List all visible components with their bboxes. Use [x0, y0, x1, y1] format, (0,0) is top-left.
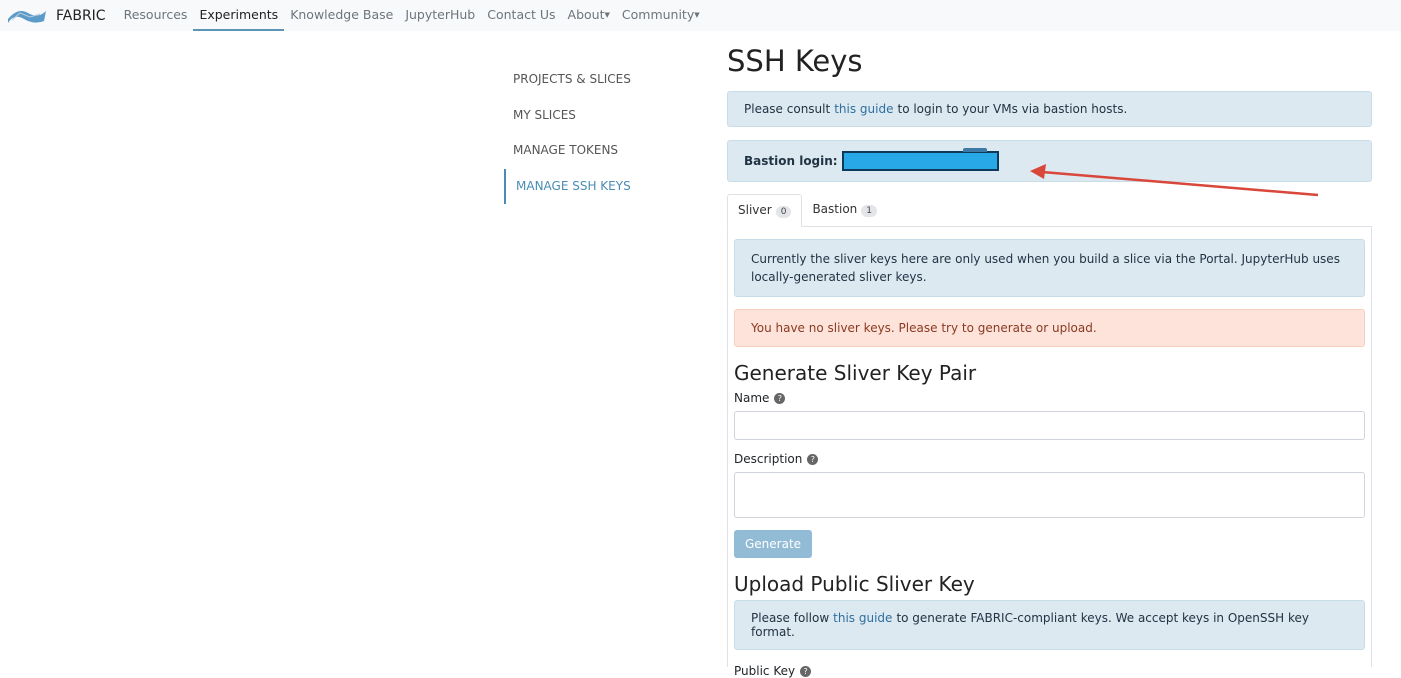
main-content: SSH Keys Please consult this guide to logi…: [727, 44, 1372, 678]
nav-about-label: About: [567, 7, 605, 22]
sliver-info-alert: Currently the sliver keys here are only …: [734, 239, 1365, 297]
nav-knowledge-base[interactable]: Knowledge Base: [284, 0, 399, 31]
nav-resources[interactable]: Resources: [118, 0, 194, 31]
page-title: SSH Keys: [727, 44, 863, 78]
help-icon[interactable]: ?: [800, 666, 812, 677]
nav-community[interactable]: Community▼: [616, 0, 706, 31]
redacted-bastion-login: [841, 148, 999, 171]
guide-text: Please consult: [744, 102, 831, 116]
top-navbar: FABRIC Resources Experiments Knowledge B…: [0, 0, 1401, 31]
sidebar-item-projects-slices[interactable]: PROJECTS & SLICES: [504, 62, 631, 98]
sidebar-item-my-slices[interactable]: MY SLICES: [504, 98, 631, 134]
name-input[interactable]: [734, 411, 1365, 440]
sliver-tab-pane: Currently the sliver keys here are only …: [727, 227, 1372, 678]
description-label: Description?: [734, 452, 1365, 466]
annotation-arrow-icon: [1030, 164, 1319, 197]
upload-guide-link[interactable]: this guide: [833, 611, 892, 625]
tab-label: Bastion: [812, 202, 858, 216]
sidebar-item-manage-ssh-keys[interactable]: MANAGE SSH KEYS: [504, 168, 631, 204]
sidebar-item-manage-tokens[interactable]: MANAGE TOKENS: [504, 133, 631, 169]
brand-name: FABRIC: [56, 7, 106, 24]
bastion-guide-alert: Please consult this guide to login to your…: [727, 91, 1372, 127]
upload-guide-text: Please follow: [751, 611, 830, 625]
count-badge: 0: [775, 206, 792, 218]
caret-down-icon: ▼: [694, 11, 700, 19]
description-textarea[interactable]: [734, 472, 1365, 518]
nav-about[interactable]: About▼: [562, 0, 616, 31]
guide-link[interactable]: this guide: [834, 102, 893, 116]
tab-label: Sliver: [738, 203, 772, 217]
count-badge: 1: [861, 205, 877, 217]
nav-community-label: Community: [621, 7, 695, 22]
tab-sliver[interactable]: Sliver 0: [727, 194, 803, 227]
public-key-label-text: Public Key: [734, 664, 796, 678]
nav-jupyterhub[interactable]: JupyterHub: [399, 0, 481, 31]
public-key-label: Public Key?: [734, 664, 1365, 678]
caret-down-icon: ▼: [604, 11, 610, 19]
nav-experiments[interactable]: Experiments: [193, 0, 285, 31]
name-label-text: Name: [734, 391, 770, 405]
fabric-logo-icon: [8, 10, 46, 23]
sidebar: PROJECTS & SLICES MY SLICES MANAGE TOKEN…: [504, 62, 631, 204]
help-icon[interactable]: ?: [774, 393, 786, 404]
help-icon[interactable]: ?: [807, 454, 819, 465]
guide-text-post: to login to your VMs via bastion hosts.: [897, 102, 1128, 116]
name-label: Name?: [734, 391, 1365, 405]
upload-guide-alert: Please follow this guide to generate FABRI…: [734, 600, 1365, 650]
bastion-login-label: Bastion login:: [744, 154, 838, 168]
generate-heading: Generate Sliver Key Pair: [734, 361, 977, 385]
fabric-logo[interactable]: FABRIC: [6, 5, 106, 27]
upload-heading: Upload Public Sliver Key: [734, 572, 975, 596]
nav-contact-us[interactable]: Contact Us: [481, 0, 561, 31]
tab-bastion[interactable]: Bastion 1: [802, 194, 887, 226]
generate-button[interactable]: Generate: [734, 530, 813, 558]
description-label-text: Description: [734, 452, 803, 466]
no-keys-warning: You have no sliver keys. Please try to g…: [734, 309, 1365, 347]
